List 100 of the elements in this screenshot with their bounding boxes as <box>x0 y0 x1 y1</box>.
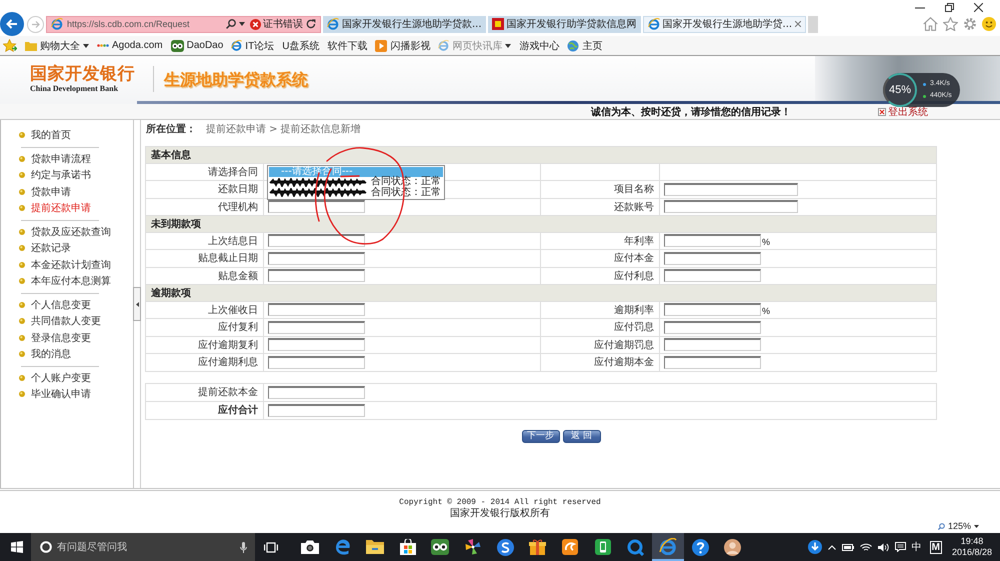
sidebar-item[interactable]: 本年应付本息测算 <box>1 273 133 290</box>
sidebar-item[interactable]: 本金还款计划查询 <box>1 256 133 273</box>
avatar-icon <box>724 538 742 556</box>
favorite-link[interactable]: 主页 <box>567 38 602 52</box>
back-button[interactable]: 返 回 <box>562 430 600 442</box>
sidebar-item[interactable]: 我的消息 <box>1 346 133 362</box>
input-field[interactable] <box>268 320 365 334</box>
field-label: 应付本金 <box>614 253 654 264</box>
favorite-link[interactable]: U盘系统 <box>282 38 320 52</box>
bullet-icon <box>19 205 25 212</box>
bullet-icon <box>19 334 25 341</box>
certificate-error-button[interactable]: 证书错误 <box>250 17 303 31</box>
task-view-icon[interactable] <box>264 542 278 552</box>
field-label: 请选择合同 <box>208 166 258 178</box>
home-icon[interactable] <box>923 17 938 31</box>
input-field[interactable] <box>664 303 761 316</box>
square-logo-icon <box>492 18 504 30</box>
download-icon[interactable] <box>808 540 822 554</box>
input-field[interactable] <box>268 356 365 369</box>
favorite-link[interactable]: 软件下载 <box>327 38 368 52</box>
input-field[interactable] <box>664 338 761 352</box>
input-field[interactable] <box>268 404 365 416</box>
wifi-icon[interactable] <box>860 543 872 551</box>
sidebar-item[interactable]: 个人信息变更 <box>1 296 133 313</box>
back-button[interactable] <box>0 12 24 36</box>
field-label: 代理机构 <box>218 202 258 213</box>
sidebar-item[interactable]: 还款记录 <box>1 240 133 256</box>
input-field[interactable] <box>268 234 365 248</box>
sidebar-item[interactable]: 登录信息变更 <box>1 330 133 346</box>
input-field[interactable] <box>268 338 365 352</box>
favorite-link[interactable]: 游戏中心 <box>519 38 560 52</box>
battery-icon[interactable] <box>842 544 854 550</box>
close-icon[interactable] <box>974 3 983 12</box>
input-field[interactable] <box>268 269 365 282</box>
shopping-bag-icon <box>400 539 416 555</box>
bullet-icon <box>19 351 25 358</box>
search-icon[interactable] <box>226 19 236 29</box>
arrow-left-icon <box>6 19 18 29</box>
minimize-icon[interactable] <box>915 6 925 8</box>
chevron-up-icon[interactable] <box>828 544 836 550</box>
arrow-right-icon <box>32 20 40 28</box>
browser-tab[interactable]: 国家开发银行助学贷款信息网 <box>488 16 641 32</box>
caret-down-icon[interactable] <box>239 22 245 26</box>
input-field[interactable] <box>664 200 798 214</box>
clock-date[interactable]: 2016/8/28 <box>952 547 992 558</box>
input-field[interactable] <box>664 356 761 369</box>
bullet-icon <box>19 374 25 381</box>
logout-link[interactable]: 登出系统 <box>878 104 928 118</box>
favorite-link[interactable]: Agoda.com <box>97 40 163 51</box>
sidebar-item[interactable]: 毕业确认申请 <box>1 386 133 402</box>
speaker-icon[interactable] <box>878 542 889 552</box>
field-label: 年利率 <box>624 236 654 247</box>
field-label: 贴息截止日期 <box>198 253 258 264</box>
copyright-text: Copyright © 2009 - 2014 All right reserved <box>399 498 601 508</box>
browser-tab[interactable]: 国家开发银行生源地助学贷... <box>642 16 806 32</box>
input-field[interactable] <box>664 252 761 265</box>
star-icon[interactable] <box>943 17 958 31</box>
favorite-link[interactable]: IT论坛 <box>231 38 274 52</box>
section-header: 逾期款项 <box>146 284 936 301</box>
collapse-handle[interactable] <box>133 287 141 321</box>
field-label: 应付逾期本金 <box>594 357 654 368</box>
favorite-link[interactable]: DaoDao <box>170 40 224 52</box>
smiley-icon[interactable] <box>982 17 996 31</box>
browser-tab[interactable]: 国家开发银行生源地助学贷款... <box>323 16 486 32</box>
favorites-star-icon[interactable] <box>3 39 17 52</box>
percent-text: 45% <box>888 84 912 96</box>
notification-icon[interactable] <box>894 542 906 552</box>
search-input[interactable]: 有问题尽管问我 <box>57 540 235 554</box>
input-method-indicator[interactable]: 中 <box>912 540 922 554</box>
field-label: 应付逾期罚息 <box>594 340 654 351</box>
field-label: 应付合计 <box>218 405 258 416</box>
settings-icon[interactable] <box>963 17 977 31</box>
url-text[interactable]: https://sls.cdb.com.cn/Request <box>67 19 190 29</box>
sidebar-item[interactable]: 贷款申请 <box>1 184 133 200</box>
zoom-control[interactable]: 125% <box>938 521 980 531</box>
next-button[interactable]: 下一步 <box>522 430 560 442</box>
sidebar-item[interactable]: 共同借款人变更 <box>1 313 133 330</box>
input-field[interactable] <box>664 269 761 282</box>
refresh-icon[interactable] <box>306 19 316 29</box>
favorite-link[interactable]: 购物大全 <box>25 38 89 52</box>
sidebar-item[interactable]: 贷款及应还款查询 <box>1 224 133 240</box>
sidebar-item[interactable]: 提前还款申请 <box>1 200 133 216</box>
favorite-link[interactable]: 闪播影视 <box>375 38 430 52</box>
input-field[interactable] <box>268 303 365 316</box>
sidebar-item[interactable]: 我的首页 <box>1 127 133 144</box>
search-bar[interactable]: 有问题尽管问我 <box>31 533 255 561</box>
input-field[interactable] <box>664 320 761 334</box>
sidebar-item[interactable]: 贷款申请流程 <box>1 150 133 167</box>
input-field[interactable] <box>268 252 365 265</box>
restore-icon[interactable] <box>945 3 954 12</box>
input-field[interactable] <box>268 200 365 214</box>
magnifier-icon <box>938 522 945 530</box>
input-field[interactable] <box>268 386 365 398</box>
input-field[interactable] <box>664 182 798 196</box>
input-field[interactable] <box>664 234 761 248</box>
sidebar-item[interactable]: 约定与承诺书 <box>1 167 133 184</box>
input-mode-indicator[interactable]: M <box>930 540 942 554</box>
clock-time[interactable]: 19:48 <box>960 536 984 547</box>
sidebar-item[interactable]: 个人账户变更 <box>1 370 133 386</box>
windows-logo-icon[interactable] <box>11 541 23 553</box>
